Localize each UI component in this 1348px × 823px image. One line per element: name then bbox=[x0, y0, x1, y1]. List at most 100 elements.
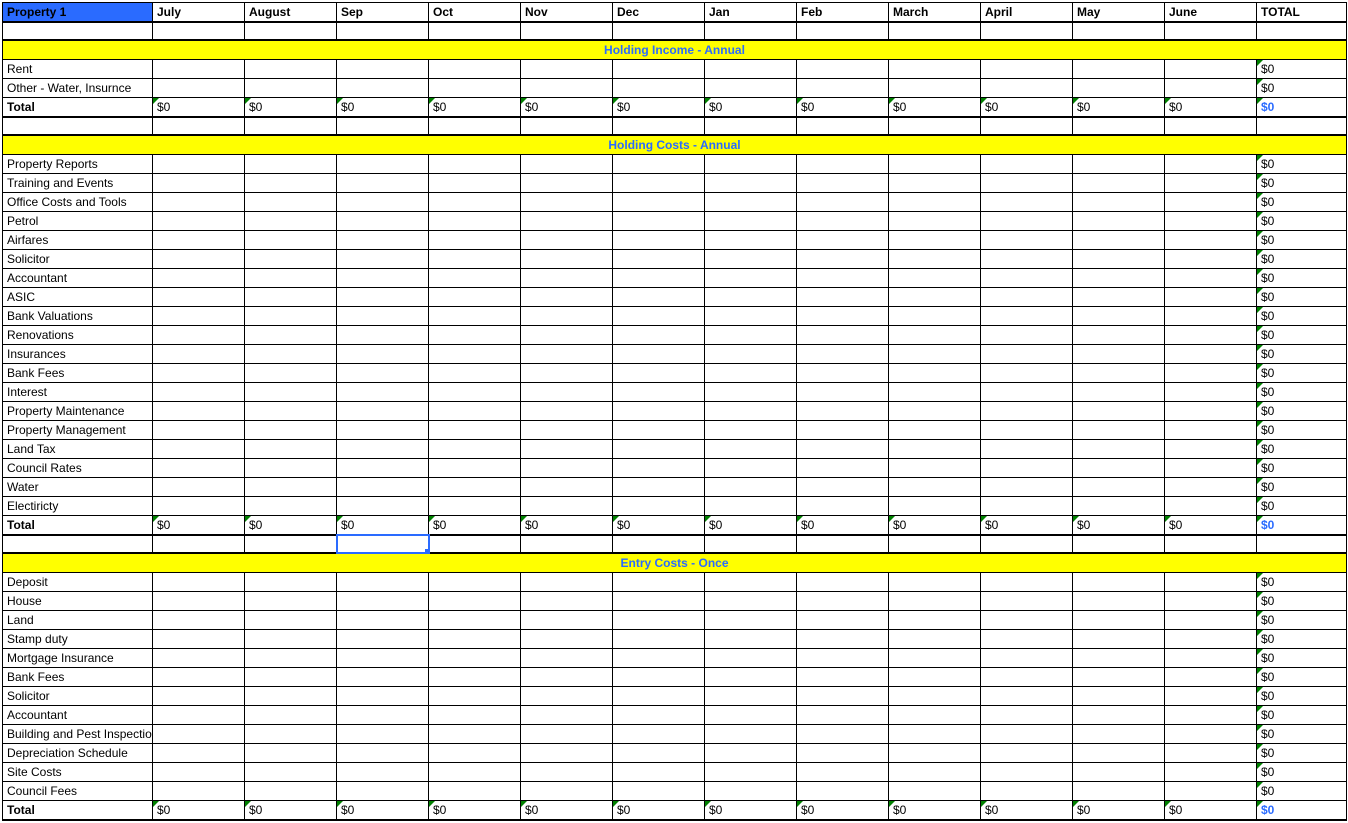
cell[interactable] bbox=[613, 763, 705, 782]
cell[interactable] bbox=[1073, 668, 1165, 687]
cell[interactable] bbox=[521, 706, 613, 725]
cell[interactable] bbox=[1165, 630, 1257, 649]
cell[interactable] bbox=[429, 706, 521, 725]
blank-cell[interactable] bbox=[153, 22, 245, 40]
blank-cell[interactable] bbox=[797, 22, 889, 40]
cell[interactable] bbox=[1165, 212, 1257, 231]
cell[interactable] bbox=[245, 478, 337, 497]
cell[interactable] bbox=[1073, 193, 1165, 212]
cell[interactable] bbox=[1073, 573, 1165, 592]
cell[interactable] bbox=[245, 231, 337, 250]
cell[interactable] bbox=[337, 155, 429, 174]
blank-cell[interactable] bbox=[1165, 117, 1257, 135]
cell[interactable] bbox=[981, 288, 1073, 307]
cell[interactable] bbox=[521, 79, 613, 98]
cell[interactable] bbox=[981, 60, 1073, 79]
cell[interactable] bbox=[337, 421, 429, 440]
cell[interactable] bbox=[429, 478, 521, 497]
cell[interactable] bbox=[705, 478, 797, 497]
cell[interactable] bbox=[521, 478, 613, 497]
cell[interactable] bbox=[153, 288, 245, 307]
cell[interactable] bbox=[981, 611, 1073, 630]
cell[interactable] bbox=[1073, 345, 1165, 364]
cell[interactable] bbox=[1073, 364, 1165, 383]
cell[interactable] bbox=[337, 687, 429, 706]
cell[interactable] bbox=[981, 212, 1073, 231]
cell[interactable] bbox=[337, 383, 429, 402]
cell[interactable] bbox=[337, 668, 429, 687]
cell[interactable] bbox=[337, 763, 429, 782]
cell[interactable] bbox=[337, 782, 429, 801]
cell[interactable] bbox=[1073, 725, 1165, 744]
cell[interactable] bbox=[429, 687, 521, 706]
cell[interactable] bbox=[889, 478, 981, 497]
cell[interactable] bbox=[1165, 421, 1257, 440]
cell[interactable] bbox=[797, 212, 889, 231]
cell[interactable] bbox=[613, 364, 705, 383]
cell[interactable] bbox=[245, 155, 337, 174]
cell[interactable] bbox=[429, 459, 521, 478]
cell[interactable] bbox=[705, 364, 797, 383]
blank-cell[interactable] bbox=[245, 22, 337, 40]
cell[interactable] bbox=[613, 193, 705, 212]
cell[interactable] bbox=[705, 611, 797, 630]
cell[interactable] bbox=[1165, 668, 1257, 687]
cell[interactable] bbox=[1165, 744, 1257, 763]
cell[interactable] bbox=[245, 611, 337, 630]
cell[interactable] bbox=[429, 744, 521, 763]
cell[interactable] bbox=[153, 345, 245, 364]
blank-cell[interactable] bbox=[1073, 535, 1165, 553]
cell[interactable] bbox=[981, 345, 1073, 364]
blank-cell[interactable] bbox=[981, 117, 1073, 135]
cell[interactable] bbox=[153, 193, 245, 212]
cell[interactable] bbox=[981, 307, 1073, 326]
cell[interactable] bbox=[705, 60, 797, 79]
cell[interactable] bbox=[1073, 174, 1165, 193]
blank-cell[interactable] bbox=[1073, 22, 1165, 40]
cell[interactable] bbox=[429, 421, 521, 440]
cell[interactable] bbox=[797, 497, 889, 516]
blank-cell[interactable] bbox=[613, 22, 705, 40]
cell[interactable] bbox=[153, 782, 245, 801]
cell[interactable] bbox=[337, 402, 429, 421]
cell[interactable] bbox=[705, 155, 797, 174]
cell[interactable] bbox=[1165, 592, 1257, 611]
cell[interactable] bbox=[429, 250, 521, 269]
cell[interactable] bbox=[889, 269, 981, 288]
cell[interactable] bbox=[153, 364, 245, 383]
cell[interactable] bbox=[153, 763, 245, 782]
cell[interactable] bbox=[613, 60, 705, 79]
cell[interactable] bbox=[613, 212, 705, 231]
cell[interactable] bbox=[1073, 60, 1165, 79]
cell[interactable] bbox=[705, 440, 797, 459]
cell[interactable] bbox=[153, 744, 245, 763]
cell[interactable] bbox=[889, 231, 981, 250]
cell[interactable] bbox=[797, 725, 889, 744]
cell[interactable] bbox=[613, 345, 705, 364]
cell[interactable] bbox=[889, 288, 981, 307]
cell[interactable] bbox=[981, 649, 1073, 668]
cell[interactable] bbox=[889, 592, 981, 611]
cell[interactable] bbox=[1165, 307, 1257, 326]
cell[interactable] bbox=[245, 364, 337, 383]
cell[interactable] bbox=[245, 687, 337, 706]
cell[interactable] bbox=[153, 231, 245, 250]
cell[interactable] bbox=[705, 725, 797, 744]
blank-cell[interactable] bbox=[3, 117, 153, 135]
cell[interactable] bbox=[981, 269, 1073, 288]
cell[interactable] bbox=[429, 345, 521, 364]
cell[interactable] bbox=[429, 402, 521, 421]
blank-cell[interactable] bbox=[3, 535, 153, 553]
cell[interactable] bbox=[1073, 592, 1165, 611]
cell[interactable] bbox=[889, 649, 981, 668]
cell[interactable] bbox=[1165, 231, 1257, 250]
blank-cell[interactable] bbox=[1257, 535, 1347, 553]
cell[interactable] bbox=[1165, 611, 1257, 630]
cell[interactable] bbox=[153, 440, 245, 459]
cell[interactable] bbox=[705, 706, 797, 725]
cell[interactable] bbox=[337, 250, 429, 269]
cell[interactable] bbox=[981, 250, 1073, 269]
blank-cell[interactable] bbox=[705, 22, 797, 40]
blank-cell[interactable] bbox=[1257, 117, 1347, 135]
cell[interactable] bbox=[429, 592, 521, 611]
